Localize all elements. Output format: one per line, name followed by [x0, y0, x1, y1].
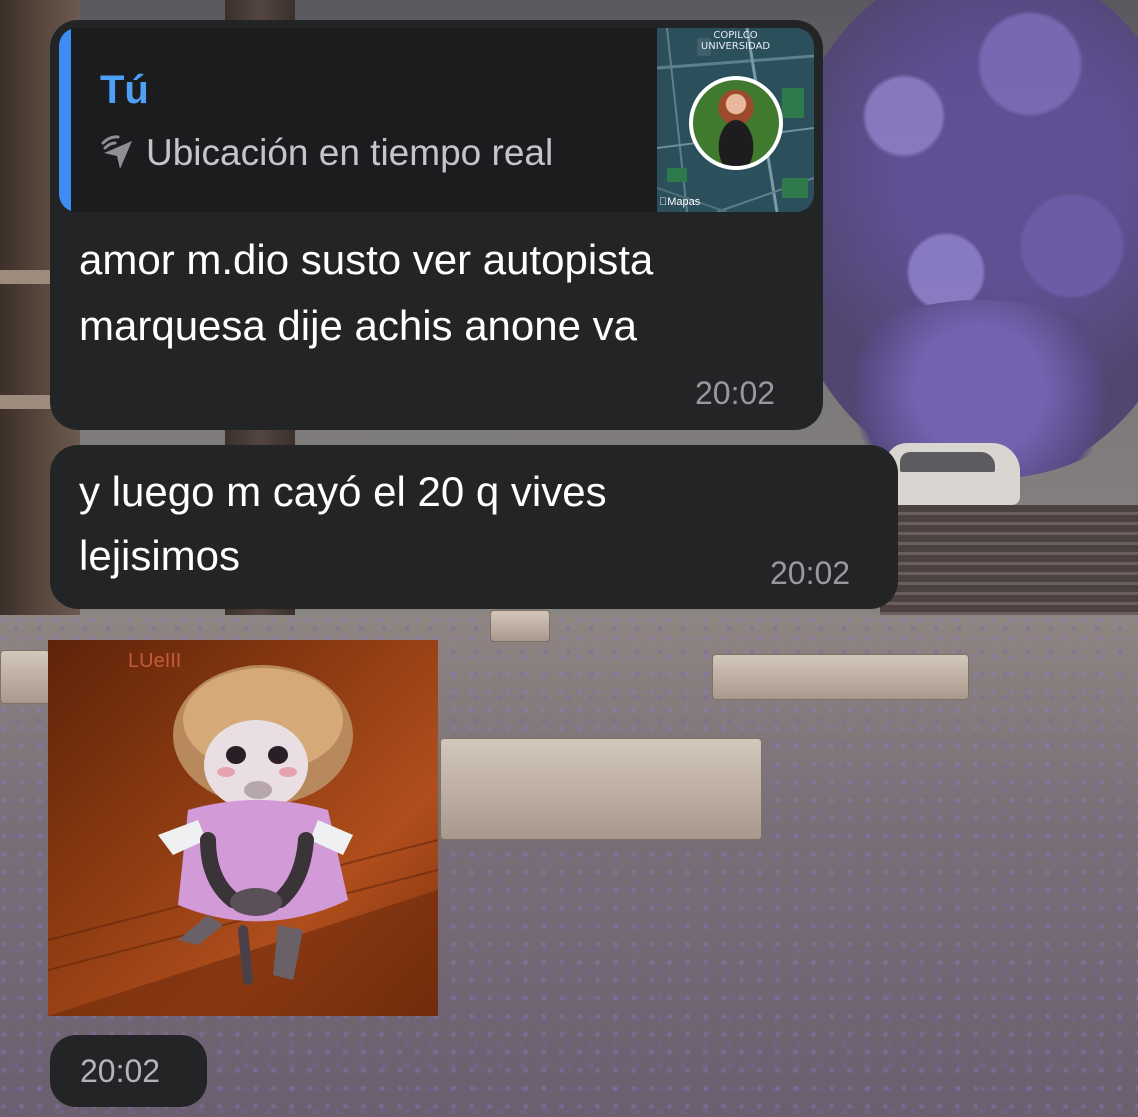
message-bubble[interactable]: Tú Ubicación en tiempo real COPILCO UNIV… — [50, 20, 823, 430]
wallpaper-car-window — [900, 452, 995, 472]
message-time: 20:02 — [80, 1053, 161, 1089]
live-location-map-thumbnail[interactable]: COPILCO UNIVERSIDAD Mapas — [657, 28, 814, 212]
monkey-sticker[interactable]: LUeIII — [48, 640, 438, 1016]
reply-accent-bar — [59, 28, 71, 212]
message-text-line: y luego m cayó el 20 q vives — [79, 468, 607, 515]
message-time: 20:02 — [770, 555, 851, 591]
live-location-icon — [101, 135, 132, 169]
map-brand-label: Mapas — [659, 196, 700, 208]
sticker-time-pill: 20:02 — [50, 1035, 207, 1107]
sticker-watermark: LUeIII — [128, 650, 182, 672]
reply-preview[interactable]: Tú Ubicación en tiempo real COPILCO UNIV… — [59, 28, 814, 212]
wallpaper-bench — [712, 654, 969, 700]
wallpaper-bench — [0, 650, 50, 704]
message-text-line: lejisimos — [79, 532, 241, 579]
monkey-sticker-image — [48, 665, 438, 1016]
message-time: 20:02 — [695, 375, 776, 411]
message-text-line: marquesa dije achis anone va — [79, 302, 638, 349]
map-district-label: COPILCO UNIVERSIDAD — [700, 30, 771, 52]
reply-author: Tú — [100, 68, 149, 112]
reply-location-label: Ubicación en tiempo real — [146, 132, 554, 173]
message-text-line: amor m.dio susto ver autopista — [79, 236, 654, 283]
reply-location-row: Ubicación en tiempo real — [100, 128, 553, 178]
wallpaper-bench — [440, 738, 762, 840]
avatar — [689, 76, 783, 170]
message-bubble[interactable]: y luego m cayó el 20 q vives lejisimos 2… — [50, 445, 898, 609]
wallpaper-bench — [490, 610, 550, 642]
